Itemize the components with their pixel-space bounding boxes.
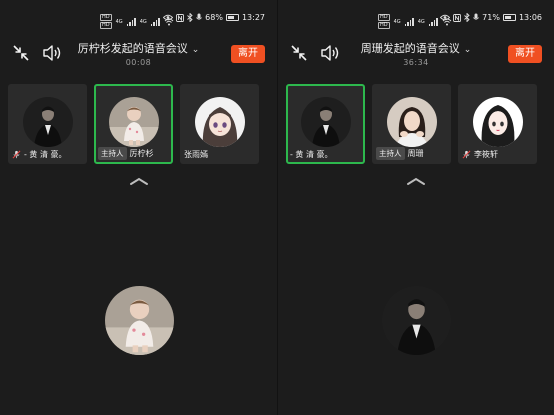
network-type: 4G: [417, 18, 425, 25]
pull-up-handle-icon[interactable]: [129, 176, 149, 186]
mute-icon: [462, 150, 471, 159]
participant-tile[interactable]: 张雨嫣: [180, 84, 259, 164]
avatar: [386, 97, 437, 147]
participant-name: 周珊: [407, 149, 424, 158]
hd-badge: HD: [100, 14, 112, 21]
chevron-down-icon: ⌄: [463, 45, 472, 55]
bluetooth-icon: [187, 13, 193, 22]
network-type: 4G: [393, 18, 401, 25]
network-type: 4G: [115, 18, 123, 25]
participant-label: 主持人 周珊: [376, 147, 424, 160]
participant-tile[interactable]: - 黄 清 豪。: [286, 84, 365, 164]
participant-label: - 黄 清 豪。: [290, 149, 333, 160]
host-badge: 主持人: [376, 147, 405, 160]
participant-name: - 黄 清 豪。: [24, 150, 67, 159]
clock: 13:06: [518, 13, 542, 22]
battery-percent: 71%: [482, 13, 500, 22]
participant-label: - 黄 清 豪。: [12, 149, 67, 160]
eye-icon: [163, 14, 174, 21]
mic-icon: [473, 13, 479, 20]
meeting-header: 周珊发起的语音会议 ⌄ 36:34 离开: [278, 38, 554, 72]
network-type: 4G: [139, 18, 147, 25]
meeting-screen: HD HD 4G 4G 68% 13:27 厉柠杉发起的语音会议 ⌄ 00:08 离开 - 黄 清 …: [0, 0, 277, 415]
status-bar: HD HD 4G 4G 71% 13:06: [278, 12, 554, 29]
participant-name: 厉柠杉: [129, 149, 154, 158]
participant-label: 张雨嫣: [184, 149, 208, 160]
nfc-icon: [176, 13, 185, 22]
participant-label: 李筱轩: [462, 149, 498, 160]
battery-icon: [502, 14, 516, 21]
signal-icon: [404, 17, 414, 26]
mic-icon: [196, 13, 202, 20]
avatar: [22, 97, 73, 147]
battery-fill: [504, 16, 511, 19]
mute-icon: [12, 150, 21, 159]
signal-icon: [126, 17, 136, 26]
participant-tile[interactable]: 主持人 厉柠杉: [94, 84, 173, 164]
participant-name: 张雨嫣: [184, 150, 208, 159]
avatar: [194, 97, 245, 147]
signal-icon: [428, 17, 438, 26]
participant-name: 李筱轩: [474, 150, 498, 159]
battery-icon: [225, 14, 239, 21]
pull-up-handle-icon[interactable]: [406, 176, 426, 186]
avatar: [300, 97, 351, 147]
speaking-avatar: [104, 286, 174, 355]
participant-list: - 黄 清 豪。 主持人 厉柠杉 张雨嫣: [8, 84, 269, 166]
hd-badge: HD: [378, 14, 390, 21]
eye-icon: [440, 14, 451, 21]
speaking-avatar: [382, 286, 451, 355]
bluetooth-icon: [464, 13, 470, 22]
avatar: [472, 97, 523, 147]
battery-percent: 68%: [205, 13, 223, 22]
participant-list: - 黄 清 豪。 主持人 周珊 李筱轩: [286, 84, 546, 166]
participant-tile[interactable]: 李筱轩: [458, 84, 537, 164]
leave-button[interactable]: 离开: [508, 45, 542, 63]
participant-tile[interactable]: - 黄 清 豪。: [8, 84, 87, 164]
status-bar: HD HD 4G 4G 68% 13:27: [0, 12, 277, 29]
clock: 13:27: [241, 13, 265, 22]
meeting-header: 厉柠杉发起的语音会议 ⌄ 00:08 离开: [0, 38, 277, 72]
meeting-title-text: 周珊发起的语音会议: [360, 42, 460, 55]
chevron-down-icon: ⌄: [191, 45, 200, 55]
avatar: [108, 97, 159, 147]
hd-badge: HD: [378, 22, 390, 29]
nfc-icon: [453, 13, 462, 22]
host-badge: 主持人: [98, 147, 127, 160]
meeting-screen: HD HD 4G 4G 71% 13:06 周珊发起的语音会议 ⌄ 36:34 离开 - 黄 清 豪…: [277, 0, 554, 415]
meeting-title-text: 厉柠杉发起的语音会议: [77, 42, 188, 55]
participant-name: - 黄 清 豪。: [290, 150, 333, 159]
participant-tile[interactable]: 主持人 周珊: [372, 84, 451, 164]
hd-badge: HD: [100, 22, 112, 29]
battery-fill: [227, 16, 234, 19]
participant-label: 主持人 厉柠杉: [98, 147, 154, 160]
leave-button[interactable]: 离开: [231, 45, 265, 63]
signal-icon: [150, 17, 160, 26]
